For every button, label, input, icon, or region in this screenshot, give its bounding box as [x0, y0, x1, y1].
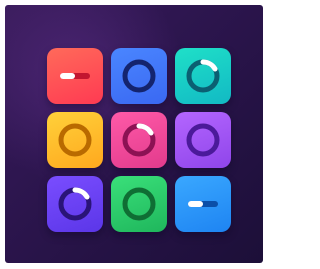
pad-teal-ring-progress: [175, 48, 231, 104]
pad-red-slider: [47, 48, 103, 104]
pad-yellow-ring: [47, 112, 103, 168]
ring-progress-icon: [58, 187, 92, 221]
slider-icon: [188, 201, 218, 207]
app-icon-frame: [0, 0, 268, 269]
pad-purple-ring: [175, 112, 231, 168]
pad-violet-ring-progress: [47, 176, 103, 232]
pad-pink-ring-progress: [111, 112, 167, 168]
ring-progress-icon: [186, 59, 220, 93]
pad-blue-slider: [175, 176, 231, 232]
pad-green-ring: [111, 176, 167, 232]
ring-icon: [58, 123, 92, 157]
ring-icon: [122, 59, 156, 93]
pad-blue-ring: [111, 48, 167, 104]
slider-icon: [60, 73, 90, 79]
ring-icon: [122, 187, 156, 221]
ring-progress-icon: [122, 123, 156, 157]
launchpad-app-icon[interactable]: [5, 5, 263, 263]
ring-icon: [186, 123, 220, 157]
